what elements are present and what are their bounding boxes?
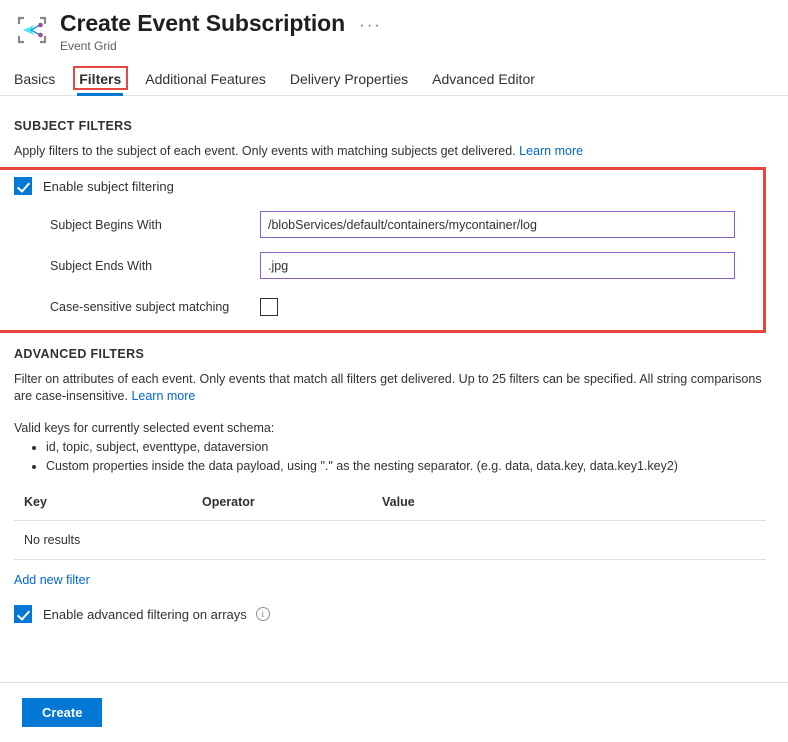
subject-filters-learn-more-link[interactable]: Learn more — [519, 144, 583, 158]
advanced-filters-description-text: Filter on attributes of each event. Only… — [14, 372, 762, 403]
enable-arrays-filtering-checkbox[interactable] — [14, 605, 32, 623]
page-subtitle: Event Grid — [60, 39, 382, 53]
advanced-filters-table: Key Operator Value No results — [14, 495, 766, 560]
page-title: Create Event Subscription — [60, 8, 345, 38]
enable-arrays-filtering-row[interactable]: Enable advanced filtering on arrays i — [14, 605, 774, 623]
subject-ends-with-input[interactable] — [260, 252, 735, 279]
event-grid-icon — [14, 12, 50, 48]
advanced-filters-description: Filter on attributes of each event. Only… — [14, 371, 766, 405]
page-footer: Create — [0, 682, 788, 742]
subject-begins-with-label: Subject Begins With — [14, 218, 260, 232]
valid-keys-item: id, topic, subject, eventtype, dataversi… — [46, 438, 774, 457]
create-button[interactable]: Create — [22, 698, 102, 727]
tab-filters[interactable]: Filters — [67, 70, 133, 95]
tab-advanced-editor[interactable]: Advanced Editor — [420, 70, 547, 95]
enable-subject-filtering-label: Enable subject filtering — [43, 179, 174, 194]
subject-filters-description-text: Apply filters to the subject of each eve… — [14, 144, 516, 158]
table-row: No results — [14, 521, 766, 560]
subject-filters-description: Apply filters to the subject of each eve… — [14, 143, 766, 160]
table-empty-message: No results — [14, 521, 766, 560]
tab-filters-label: Filters — [79, 71, 121, 87]
info-icon[interactable]: i — [256, 607, 270, 621]
tab-delivery-properties[interactable]: Delivery Properties — [278, 70, 420, 95]
enable-arrays-filtering-label: Enable advanced filtering on arrays — [43, 607, 247, 622]
column-header-value: Value — [382, 495, 766, 521]
subject-filters-heading: SUBJECT FILTERS — [14, 119, 774, 133]
case-sensitive-label: Case-sensitive subject matching — [14, 300, 260, 314]
subject-filter-fields: Subject Begins With Subject Ends With Ca… — [14, 208, 774, 323]
column-header-key: Key — [14, 495, 202, 521]
valid-keys-item: Custom properties inside the data payloa… — [46, 457, 774, 476]
tab-basics[interactable]: Basics — [14, 70, 67, 95]
enable-subject-filtering-checkbox[interactable] — [14, 177, 32, 195]
more-options-button[interactable]: ··· — [359, 16, 382, 33]
column-header-operator: Operator — [202, 495, 382, 521]
add-new-filter-link[interactable]: Add new filter — [14, 573, 90, 587]
subject-begins-with-input[interactable] — [260, 211, 735, 238]
main-content: SUBJECT FILTERS Apply filters to the sub… — [0, 119, 788, 623]
subject-ends-with-label: Subject Ends With — [14, 259, 260, 273]
tab-additional-features[interactable]: Additional Features — [133, 70, 278, 95]
case-sensitive-row: Case-sensitive subject matching — [14, 290, 774, 323]
advanced-filters-learn-more-link[interactable]: Learn more — [131, 389, 195, 403]
case-sensitive-checkbox[interactable] — [260, 298, 278, 316]
valid-keys-intro: Valid keys for currently selected event … — [14, 421, 774, 435]
page-header: Create Event Subscription ··· Event Grid… — [0, 0, 788, 96]
advanced-filters-heading: ADVANCED FILTERS — [14, 347, 774, 361]
valid-keys-list: id, topic, subject, eventtype, dataversi… — [14, 438, 774, 476]
subject-begins-with-row: Subject Begins With — [14, 208, 774, 241]
table-header-row: Key Operator Value — [14, 495, 766, 521]
tab-bar: Basics Filters Additional Features Deliv… — [0, 66, 788, 96]
enable-subject-filtering-row[interactable]: Enable subject filtering — [14, 177, 774, 195]
subject-ends-with-row: Subject Ends With — [14, 249, 774, 282]
